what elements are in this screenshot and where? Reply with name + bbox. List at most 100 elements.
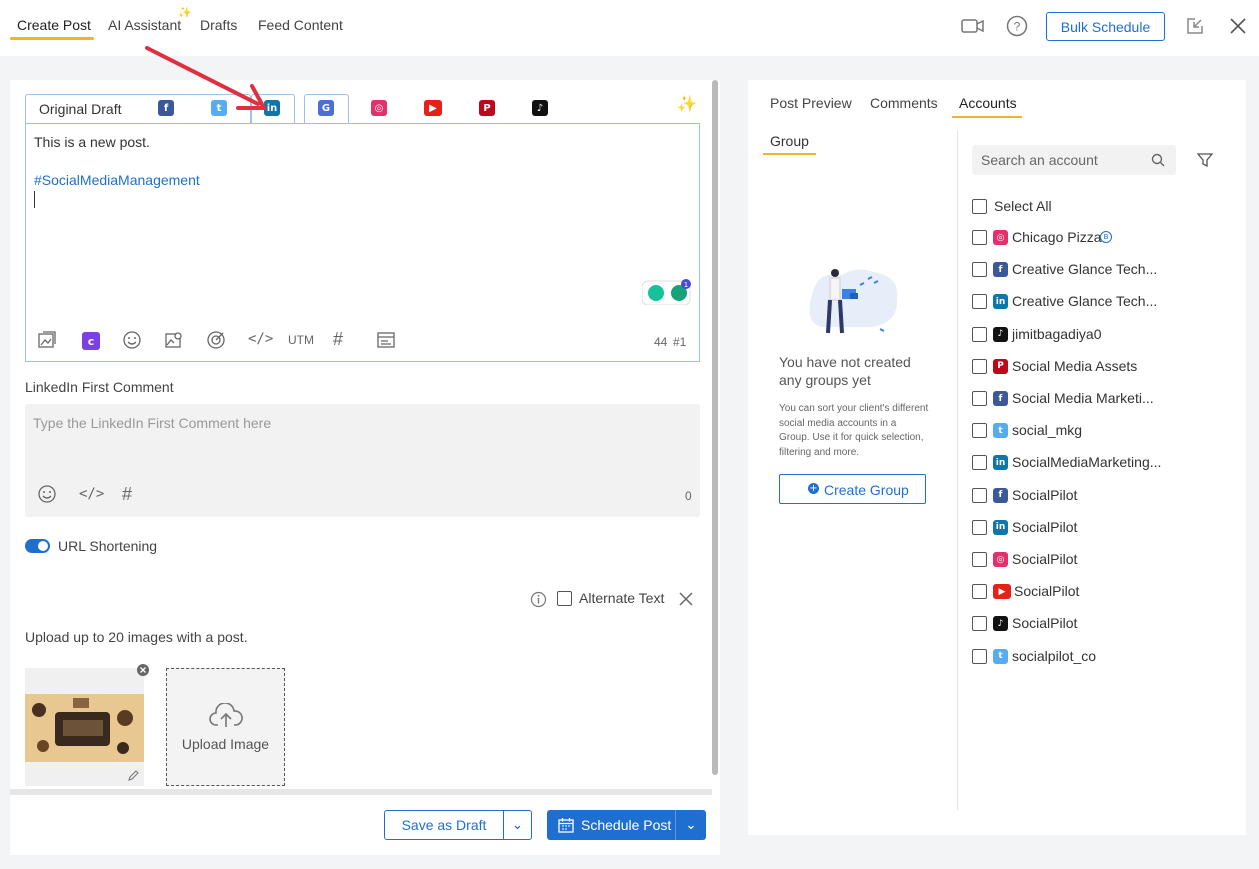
hashtag-icon[interactable]: # <box>333 329 343 350</box>
account-checkbox[interactable] <box>972 423 987 439</box>
account-name: socialpilot_co <box>1012 647 1097 664</box>
account-name: SocialPilot <box>1012 551 1078 567</box>
group-tab-indicator <box>763 153 816 155</box>
text-caret <box>34 191 35 208</box>
tab-post-preview[interactable]: Post Preview <box>770 95 852 111</box>
tab-original-draft[interactable]: Original Draft <box>39 101 121 117</box>
account-checkbox[interactable] <box>972 358 987 374</box>
tab-drafts[interactable]: Drafts <box>200 17 237 33</box>
post-hashtag[interactable]: #SocialMediaManagement <box>34 172 200 188</box>
active-tab-indicator <box>10 37 94 40</box>
bulk-schedule-button[interactable]: Bulk Schedule <box>1046 12 1165 41</box>
save-draft-dropdown-icon[interactable]: ⌄ <box>503 810 532 840</box>
comment-hashtag-icon[interactable]: # <box>122 484 132 505</box>
account-checkbox[interactable] <box>972 519 987 535</box>
template-icon[interactable] <box>376 330 396 354</box>
account-name: social_mkg <box>1012 422 1083 439</box>
image-search-icon[interactable] <box>164 330 184 354</box>
google-business-icon[interactable]: G <box>318 100 334 116</box>
svg-text:?: ? <box>1014 20 1021 34</box>
alternate-text-checkbox[interactable] <box>557 591 572 606</box>
account-name: Chicago Pizza <box>1012 229 1102 245</box>
post-editor[interactable]: This is a new post. #SocialMediaManageme… <box>25 123 700 362</box>
schedule-dropdown-icon[interactable]: ⌄ <box>675 810 706 840</box>
tab-comments[interactable]: Comments <box>870 95 938 111</box>
tab-accounts[interactable]: Accounts <box>959 95 1017 111</box>
tab-feed-content[interactable]: Feed Content <box>258 17 343 33</box>
tab-group[interactable]: Group <box>770 133 809 149</box>
account-name: Creative Glance Tech... <box>1012 261 1158 278</box>
empty-groups-title: You have not created any groups yet <box>779 354 911 388</box>
char-count: 44 <box>654 335 668 349</box>
filter-icon[interactable] <box>1196 152 1214 171</box>
business-badge-icon: B <box>1100 231 1112 243</box>
schedule-post-button[interactable]: Schedule Post <box>547 810 675 840</box>
info-icon[interactable] <box>530 591 547 611</box>
account-checkbox[interactable] <box>972 616 987 632</box>
video-icon[interactable] <box>961 16 985 39</box>
search-icon[interactable] <box>1151 153 1165 170</box>
svg-text:1: 1 <box>684 281 688 289</box>
remove-image-icon[interactable] <box>137 663 149 679</box>
account-checkbox[interactable] <box>972 230 987 245</box>
tiktok-icon: ♪ <box>993 326 1008 342</box>
account-name: jimitbagadiya0 <box>1012 325 1102 342</box>
utm-button[interactable]: UTM <box>288 333 314 347</box>
account-checkbox[interactable] <box>972 391 987 406</box>
post-text[interactable]: This is a new post. <box>34 134 150 150</box>
pinterest-icon[interactable]: P <box>479 100 495 116</box>
comment-code-icon[interactable]: </> <box>79 486 104 502</box>
create-group-button[interactable]: + Create Group <box>779 474 926 504</box>
account-checkbox[interactable] <box>972 294 987 310</box>
emoji-icon[interactable] <box>122 330 142 354</box>
help-icon[interactable]: ? <box>1006 15 1028 40</box>
tab-create-post[interactable]: Create Post <box>17 17 91 33</box>
code-icon[interactable]: </> <box>248 331 273 347</box>
media-library-icon[interactable] <box>37 330 57 354</box>
account-search-input[interactable]: Search an account <box>972 145 1176 175</box>
account-checkbox[interactable] <box>972 487 987 503</box>
account-checkbox[interactable] <box>972 262 987 278</box>
url-shortening-toggle[interactable] <box>25 539 50 553</box>
account-checkbox[interactable] <box>972 552 987 567</box>
save-draft-button[interactable]: Save as Draft <box>384 810 504 840</box>
edit-image-icon[interactable] <box>127 769 140 785</box>
account-checkbox[interactable] <box>972 648 987 664</box>
scrollbar[interactable] <box>712 80 718 775</box>
canva-icon[interactable]: c <box>82 332 100 350</box>
close-media-icon[interactable] <box>678 591 694 610</box>
account-checkbox[interactable] <box>972 455 987 471</box>
alternate-text-label: Alternate Text <box>579 590 665 606</box>
schedule-post-label: Schedule Post <box>581 817 672 833</box>
account-checkbox[interactable] <box>972 326 987 342</box>
youtube-icon: ▶ <box>993 584 1011 600</box>
instagram-icon: ◎ <box>993 230 1008 245</box>
linkedin-icon: in <box>993 455 1008 471</box>
youtube-icon[interactable]: ▶ <box>424 100 442 116</box>
pinterest-icon: P <box>993 358 1008 374</box>
first-comment-field[interactable]: Type the LinkedIn First Comment here </>… <box>25 404 700 517</box>
account-checkbox[interactable] <box>972 584 987 600</box>
ai-magic-icon[interactable]: ✨ <box>677 94 697 114</box>
minimize-icon[interactable] <box>1185 16 1205 39</box>
upload-image-button[interactable]: Upload Image <box>166 668 285 786</box>
calendar-icon <box>558 817 574 836</box>
select-all-checkbox[interactable] <box>972 199 987 214</box>
first-comment-label: LinkedIn First Comment <box>25 379 174 395</box>
instagram-icon: ◎ <box>993 552 1008 567</box>
target-icon[interactable] <box>206 330 226 354</box>
twitter-icon: t <box>993 648 1008 664</box>
close-icon[interactable] <box>1229 17 1247 38</box>
comment-emoji-icon[interactable] <box>37 484 57 508</box>
upload-hint: Upload up to 20 images with a post. <box>25 629 248 645</box>
account-name: SocialPilot <box>1014 583 1080 600</box>
account-name: Social Media Assets <box>1012 357 1138 374</box>
tiktok-icon[interactable]: ♪ <box>532 100 548 116</box>
tiktok-icon: ♪ <box>993 616 1008 632</box>
select-all-label: Select All <box>994 198 1052 214</box>
horizontal-scrollbar[interactable] <box>10 789 712 795</box>
tab-ai-assistant[interactable]: AI Assistant <box>108 17 181 33</box>
accounts-tab-indicator <box>952 116 1022 118</box>
grammarly-icon[interactable]: 1 <box>641 279 692 308</box>
instagram-icon[interactable]: ◎ <box>371 100 387 116</box>
